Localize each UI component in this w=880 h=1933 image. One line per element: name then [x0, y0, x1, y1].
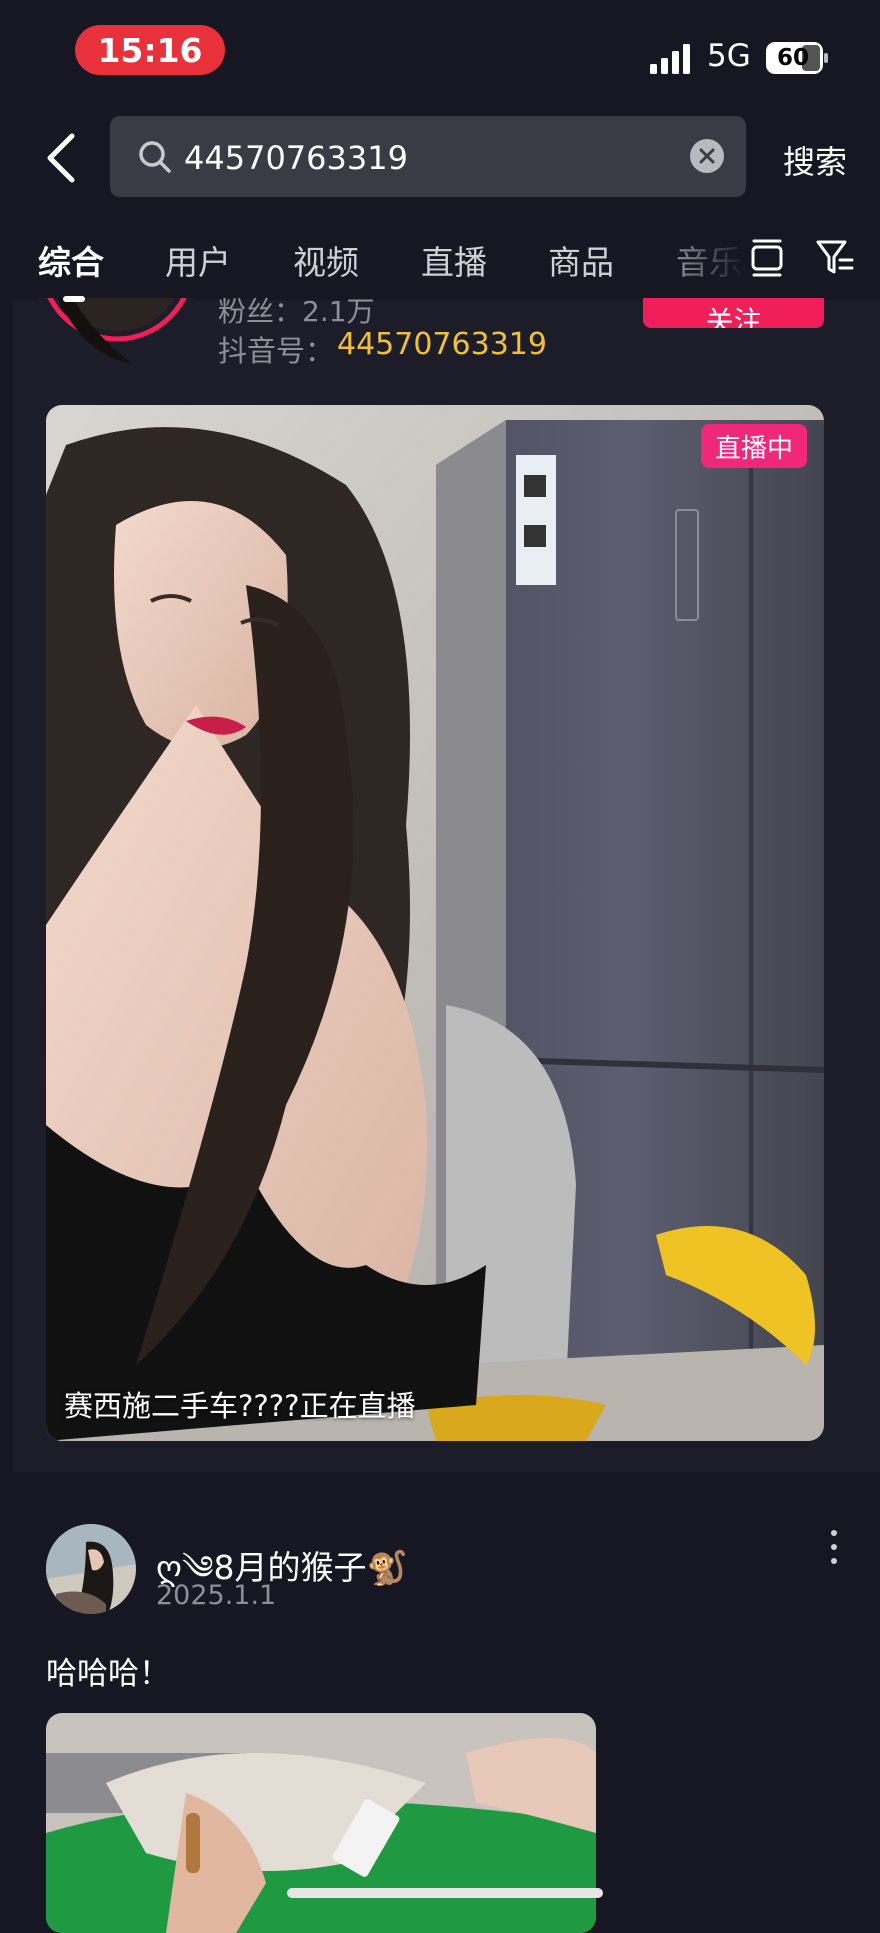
tab-all[interactable]: 综合	[38, 236, 104, 284]
back-button[interactable]	[42, 130, 82, 186]
live-caption: 赛西施二手车????正在直播	[64, 1389, 416, 1423]
live-badge: 直播中	[701, 424, 807, 468]
tab-live[interactable]: 直播	[421, 236, 487, 284]
more-options-icon[interactable]	[822, 1527, 846, 1567]
home-indicator	[287, 1888, 603, 1898]
search-button[interactable]: 搜索	[783, 137, 847, 183]
follow-label: 关注	[705, 305, 762, 328]
tab-fade	[676, 226, 746, 296]
close-icon	[699, 148, 715, 164]
section-divider	[0, 1472, 880, 1486]
network-label: 5G	[707, 38, 751, 74]
search-icon	[139, 141, 171, 173]
signal-icon	[650, 44, 690, 74]
layout-toggle-icon[interactable]	[750, 238, 784, 278]
battery-level: 60	[776, 45, 809, 71]
post-date: 2025.1.1	[156, 1580, 277, 1611]
filter-icon[interactable]	[815, 238, 855, 276]
douyin-id-label: 抖音号：	[218, 334, 335, 368]
douyin-id-value: 44570763319	[337, 327, 547, 362]
status-time: 15:16	[75, 25, 225, 75]
tab-users[interactable]: 用户	[165, 236, 231, 284]
active-tab-indicator	[63, 296, 85, 302]
tab-videos[interactable]: 视频	[293, 236, 359, 284]
tab-products[interactable]: 商品	[548, 236, 614, 284]
post-text: 哈哈哈！	[46, 1656, 170, 1692]
live-stream-image	[46, 405, 824, 1441]
post-author-avatar[interactable]	[46, 1524, 136, 1614]
post-video-thumbnail[interactable]	[46, 1713, 596, 1933]
clear-search-button[interactable]	[690, 139, 724, 173]
search-input[interactable]	[184, 136, 664, 180]
live-stream-preview[interactable]	[46, 405, 824, 1441]
